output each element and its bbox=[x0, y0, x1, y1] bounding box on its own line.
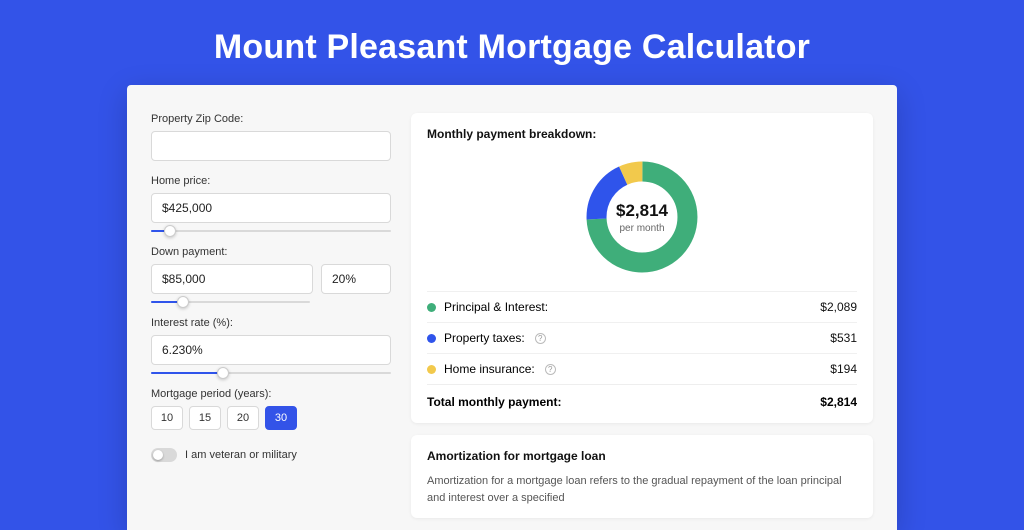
zip-input[interactable] bbox=[151, 131, 391, 161]
mortgage-period-label: Mortgage period (years): bbox=[151, 388, 391, 400]
donut-chart-wrap: $2,814 per month bbox=[427, 151, 857, 291]
legend-value: $194 bbox=[830, 362, 857, 376]
donut-center: $2,814 per month bbox=[582, 157, 702, 277]
legend-label: Home insurance: bbox=[444, 362, 535, 376]
amortization-text: Amortization for a mortgage loan refers … bbox=[427, 473, 857, 506]
interest-rate-label: Interest rate (%): bbox=[151, 317, 391, 329]
down-payment-field: Down payment: bbox=[151, 246, 391, 303]
donut-chart: $2,814 per month bbox=[582, 157, 702, 277]
inputs-column: Property Zip Code: Home price: Down paym… bbox=[151, 113, 391, 530]
home-price-input[interactable] bbox=[151, 193, 391, 223]
page-title: Mount Pleasant Mortgage Calculator bbox=[0, 0, 1024, 85]
mortgage-period-options: 10 15 20 30 bbox=[151, 406, 391, 430]
legend-label: Principal & Interest: bbox=[444, 300, 548, 314]
dot-icon bbox=[427, 334, 436, 343]
total-value: $2,814 bbox=[820, 395, 857, 409]
period-option-30[interactable]: 30 bbox=[265, 406, 297, 430]
dot-icon bbox=[427, 365, 436, 374]
down-payment-slider[interactable] bbox=[151, 301, 310, 303]
down-payment-amount-input[interactable] bbox=[151, 264, 313, 294]
legend-row-taxes: Property taxes: ? $531 bbox=[427, 322, 857, 353]
slider-thumb[interactable] bbox=[177, 296, 189, 308]
slider-thumb[interactable] bbox=[217, 367, 229, 379]
veteran-toggle[interactable] bbox=[151, 448, 177, 462]
home-price-slider[interactable] bbox=[151, 230, 391, 232]
home-price-label: Home price: bbox=[151, 175, 391, 187]
results-column: Monthly payment breakdown: $2,814 per mo… bbox=[411, 113, 873, 530]
legend-label: Property taxes: bbox=[444, 331, 525, 345]
legend-value: $2,089 bbox=[820, 300, 857, 314]
breakdown-title: Monthly payment breakdown: bbox=[427, 127, 857, 141]
zip-field: Property Zip Code: bbox=[151, 113, 391, 161]
dot-icon bbox=[427, 303, 436, 312]
donut-center-amount: $2,814 bbox=[616, 201, 668, 221]
down-payment-pct-input[interactable] bbox=[321, 264, 391, 294]
legend-row-total: Total monthly payment: $2,814 bbox=[427, 384, 857, 411]
info-icon[interactable]: ? bbox=[535, 333, 546, 344]
legend-row-insurance: Home insurance: ? $194 bbox=[427, 353, 857, 384]
breakdown-card: Monthly payment breakdown: $2,814 per mo… bbox=[411, 113, 873, 423]
donut-center-sub: per month bbox=[619, 223, 664, 234]
legend-row-principal: Principal & Interest: $2,089 bbox=[427, 291, 857, 322]
interest-rate-field: Interest rate (%): bbox=[151, 317, 391, 374]
slider-thumb[interactable] bbox=[164, 225, 176, 237]
info-icon[interactable]: ? bbox=[545, 364, 556, 375]
legend-value: $531 bbox=[830, 331, 857, 345]
calculator-panel: Property Zip Code: Home price: Down paym… bbox=[127, 85, 897, 530]
period-option-15[interactable]: 15 bbox=[189, 406, 221, 430]
amortization-card: Amortization for mortgage loan Amortizat… bbox=[411, 435, 873, 518]
zip-label: Property Zip Code: bbox=[151, 113, 391, 125]
interest-rate-input[interactable] bbox=[151, 335, 391, 365]
down-payment-label: Down payment: bbox=[151, 246, 391, 258]
amortization-title: Amortization for mortgage loan bbox=[427, 449, 857, 463]
period-option-10[interactable]: 10 bbox=[151, 406, 183, 430]
interest-rate-slider[interactable] bbox=[151, 372, 391, 374]
total-label: Total monthly payment: bbox=[427, 395, 561, 409]
veteran-toggle-label: I am veteran or military bbox=[185, 449, 297, 461]
home-price-field: Home price: bbox=[151, 175, 391, 232]
veteran-toggle-row: I am veteran or military bbox=[151, 448, 391, 462]
mortgage-period-field: Mortgage period (years): 10 15 20 30 bbox=[151, 388, 391, 430]
period-option-20[interactable]: 20 bbox=[227, 406, 259, 430]
